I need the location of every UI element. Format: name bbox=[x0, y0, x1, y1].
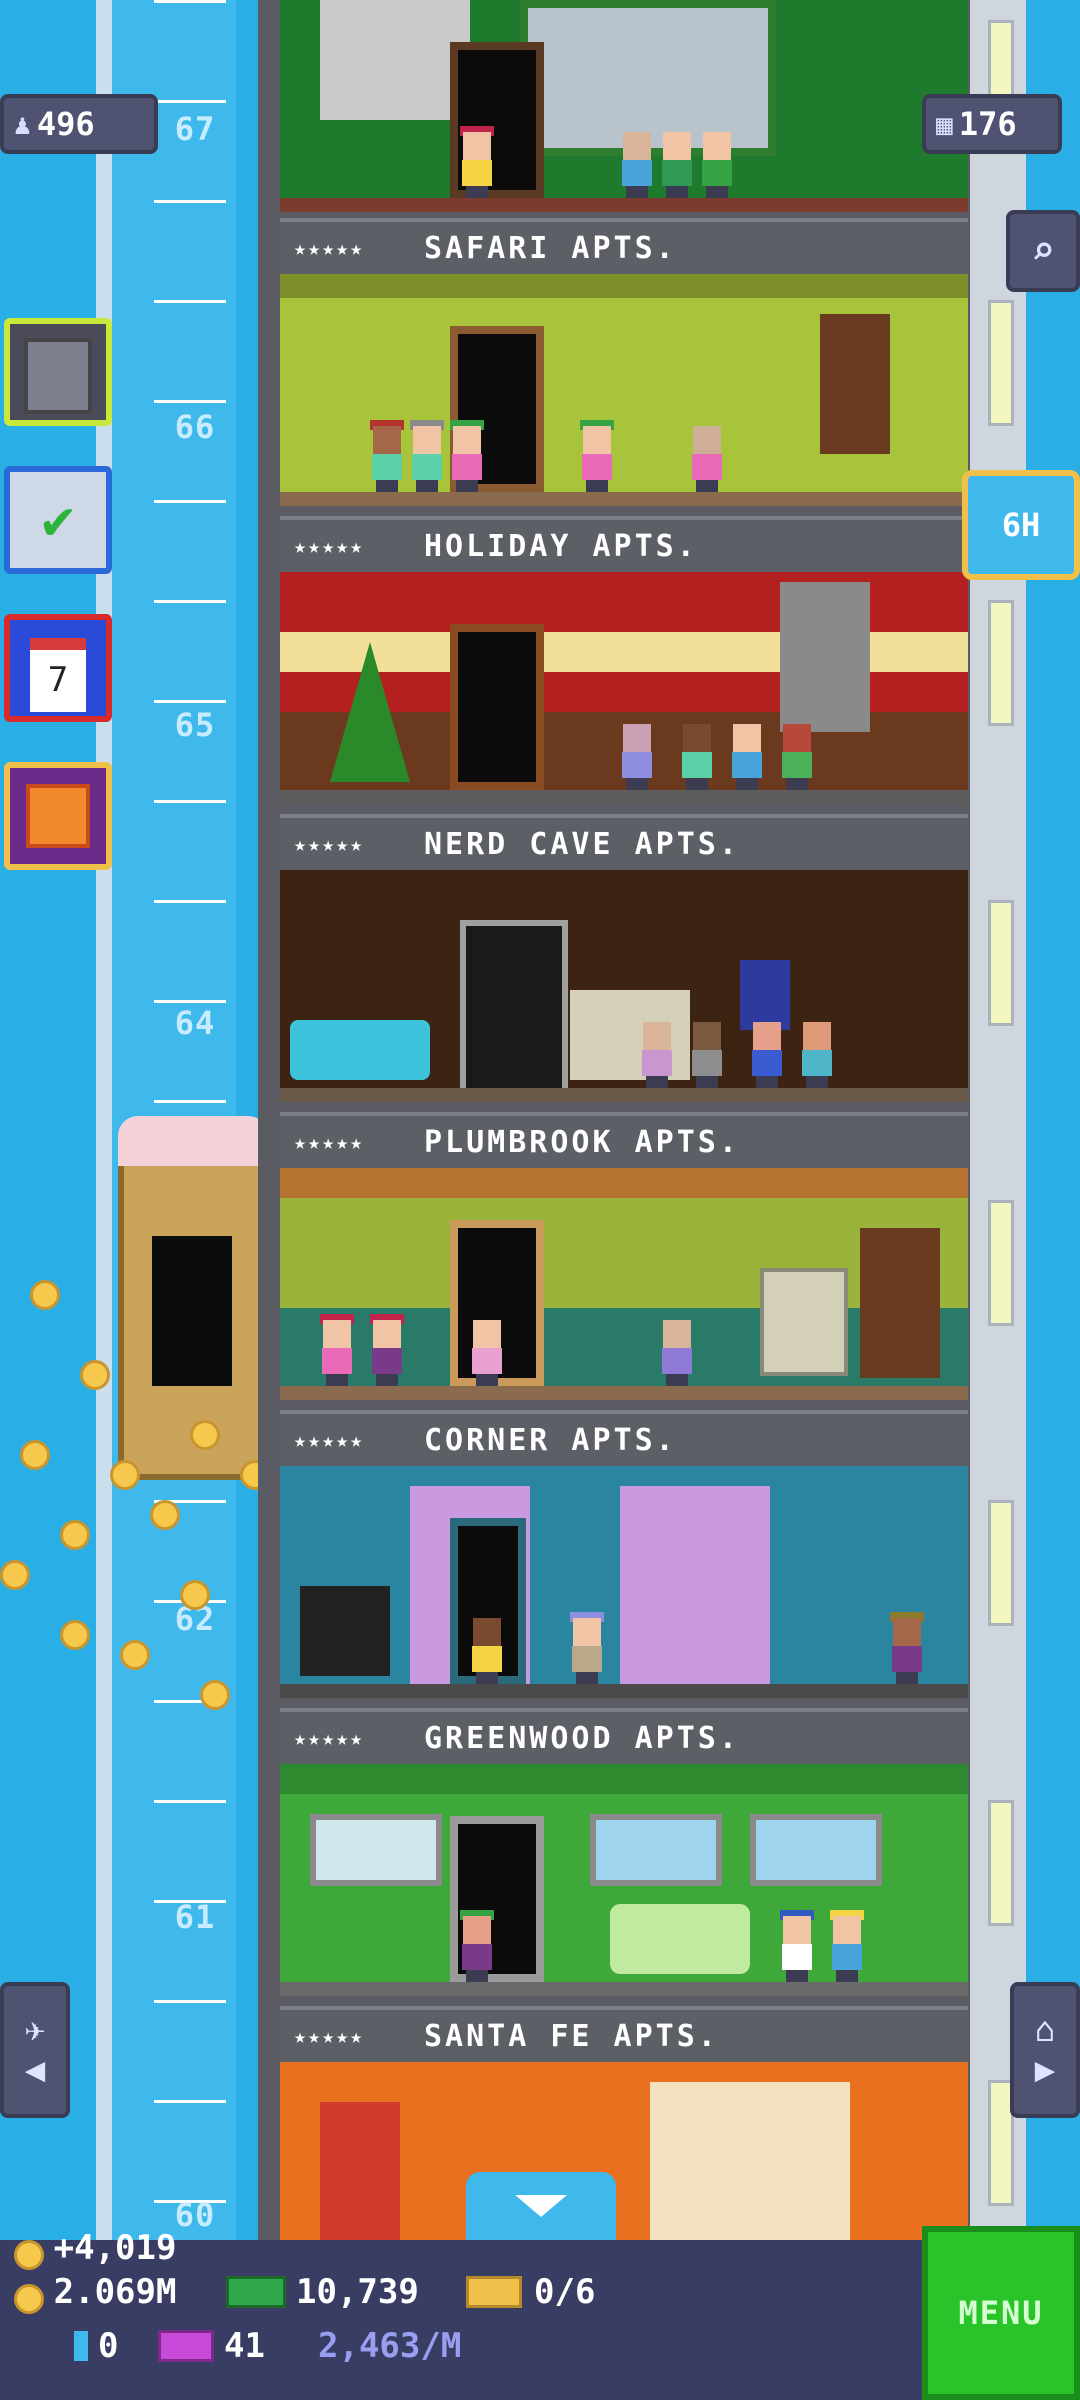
room-holiday[interactable] bbox=[280, 274, 968, 506]
checklist-icon: ✔ bbox=[41, 488, 75, 551]
floor-number: 65 bbox=[174, 706, 216, 744]
floors-counter[interactable]: ▦ 176 bbox=[922, 94, 1062, 154]
rating-stars: ★★★★★ bbox=[294, 1726, 365, 1750]
gift-icon bbox=[26, 784, 90, 848]
population-counter[interactable]: ♟ 496 bbox=[0, 94, 158, 154]
floors-value: 176 bbox=[958, 105, 1017, 143]
rating-stars: ★★★★★ bbox=[294, 832, 365, 856]
floor-label-corner: ★★★★★ CORNER APTS. bbox=[280, 1410, 968, 1470]
right-arrow-icon: ▶ bbox=[1034, 2050, 1056, 2090]
missions-button[interactable]: ✔ bbox=[4, 466, 112, 574]
vip-counter[interactable]: 41 bbox=[158, 2326, 265, 2366]
people-icon: ♟ bbox=[14, 107, 31, 141]
room-greenwood[interactable] bbox=[280, 1466, 968, 1698]
tickets-counter[interactable]: 0/6 bbox=[466, 2272, 595, 2312]
rating-stars: ★★★★★ bbox=[294, 534, 365, 558]
floor-number: 66 bbox=[174, 408, 216, 446]
coin-icon bbox=[14, 2239, 44, 2270]
coins-balance[interactable]: 2.069M bbox=[14, 2272, 176, 2314]
floor-number: 64 bbox=[174, 1004, 216, 1042]
room-safari[interactable] bbox=[280, 0, 968, 212]
floors-icon: ▦ bbox=[936, 107, 953, 141]
home-icon: ⌂ bbox=[1034, 2010, 1056, 2050]
coin-gain: +4,019 bbox=[14, 2228, 176, 2270]
room-nerd-cave[interactable] bbox=[280, 572, 968, 804]
menu-label: MENU bbox=[958, 2294, 1044, 2332]
floor-label-safari: ★★★★★ SAFARI APTS. bbox=[280, 218, 968, 278]
elevator-down-icon bbox=[515, 2195, 567, 2217]
floor-label-nerd-cave: ★★★★★ NERD CAVE APTS. bbox=[280, 814, 968, 874]
rating-stars: ★★★★★ bbox=[294, 236, 365, 260]
rating-stars: ★★★★★ bbox=[294, 1428, 365, 1452]
gift-button[interactable] bbox=[4, 762, 112, 870]
keys-counter[interactable]: 0 bbox=[74, 2326, 118, 2366]
building-icon bbox=[24, 338, 92, 414]
floor-label-plumbrook: ★★★★★ PLUMBROOK APTS. bbox=[280, 1112, 968, 1172]
bux-icon bbox=[226, 2276, 286, 2308]
floor-name: SAFARI APTS. bbox=[424, 230, 677, 266]
floor-number: 61 bbox=[174, 1898, 216, 1936]
coin-icon bbox=[14, 2283, 44, 2314]
ticket-icon bbox=[466, 2276, 522, 2308]
left-arrow-icon: ◀ bbox=[24, 2050, 46, 2090]
room-partial[interactable] bbox=[280, 2062, 968, 2240]
elevator-down-button[interactable] bbox=[466, 2172, 616, 2240]
floor-name: PLUMBROOK APTS. bbox=[424, 1124, 740, 1160]
rating-stars: ★★★★★ bbox=[294, 2024, 365, 2048]
time-skip-label: 6H bbox=[1001, 506, 1041, 544]
floor-name: NERD CAVE APTS. bbox=[424, 826, 740, 862]
floor-name: GREENWOOD APTS. bbox=[424, 1720, 740, 1756]
search-button[interactable]: ⌕ bbox=[1006, 210, 1080, 292]
room-corner[interactable] bbox=[280, 1168, 968, 1400]
floor-label-greenwood: ★★★★★ GREENWOOD APTS. bbox=[280, 1708, 968, 1768]
floor-name: CORNER APTS. bbox=[424, 1422, 677, 1458]
airplane-button[interactable]: ✈ ◀ bbox=[0, 1982, 70, 2118]
building-button[interactable] bbox=[4, 318, 112, 426]
room-santa-fe[interactable] bbox=[280, 1764, 968, 1996]
time-skip-button[interactable]: 6H bbox=[962, 470, 1080, 580]
floor-label-holiday: ★★★★★ HOLIDAY APTS. bbox=[280, 516, 968, 576]
key-icon bbox=[74, 2331, 88, 2361]
calendar-button[interactable]: 7 bbox=[4, 614, 112, 722]
home-button[interactable]: ⌂ ▶ bbox=[1010, 1982, 1080, 2118]
room-plumbrook[interactable] bbox=[280, 870, 968, 1102]
floor-number: 67 bbox=[174, 110, 216, 148]
vip-icon bbox=[158, 2330, 214, 2362]
bux-balance[interactable]: 10,739 bbox=[226, 2272, 419, 2312]
menu-button[interactable]: MENU bbox=[922, 2226, 1080, 2400]
right-pillar bbox=[970, 0, 1026, 2240]
floor-label-santa-fe: ★★★★★ SANTA FE APTS. bbox=[280, 2006, 968, 2066]
airplane-icon: ✈ bbox=[24, 2010, 46, 2050]
rating-stars: ★★★★★ bbox=[294, 1130, 365, 1154]
calendar-icon: 7 bbox=[30, 638, 86, 712]
floor-name: SANTA FE APTS. bbox=[424, 2018, 719, 2054]
income-rate: 2,463/M bbox=[318, 2326, 462, 2366]
population-value: 496 bbox=[36, 105, 95, 143]
search-icon: ⌕ bbox=[1030, 228, 1056, 274]
floor-name: HOLIDAY APTS. bbox=[424, 528, 698, 564]
